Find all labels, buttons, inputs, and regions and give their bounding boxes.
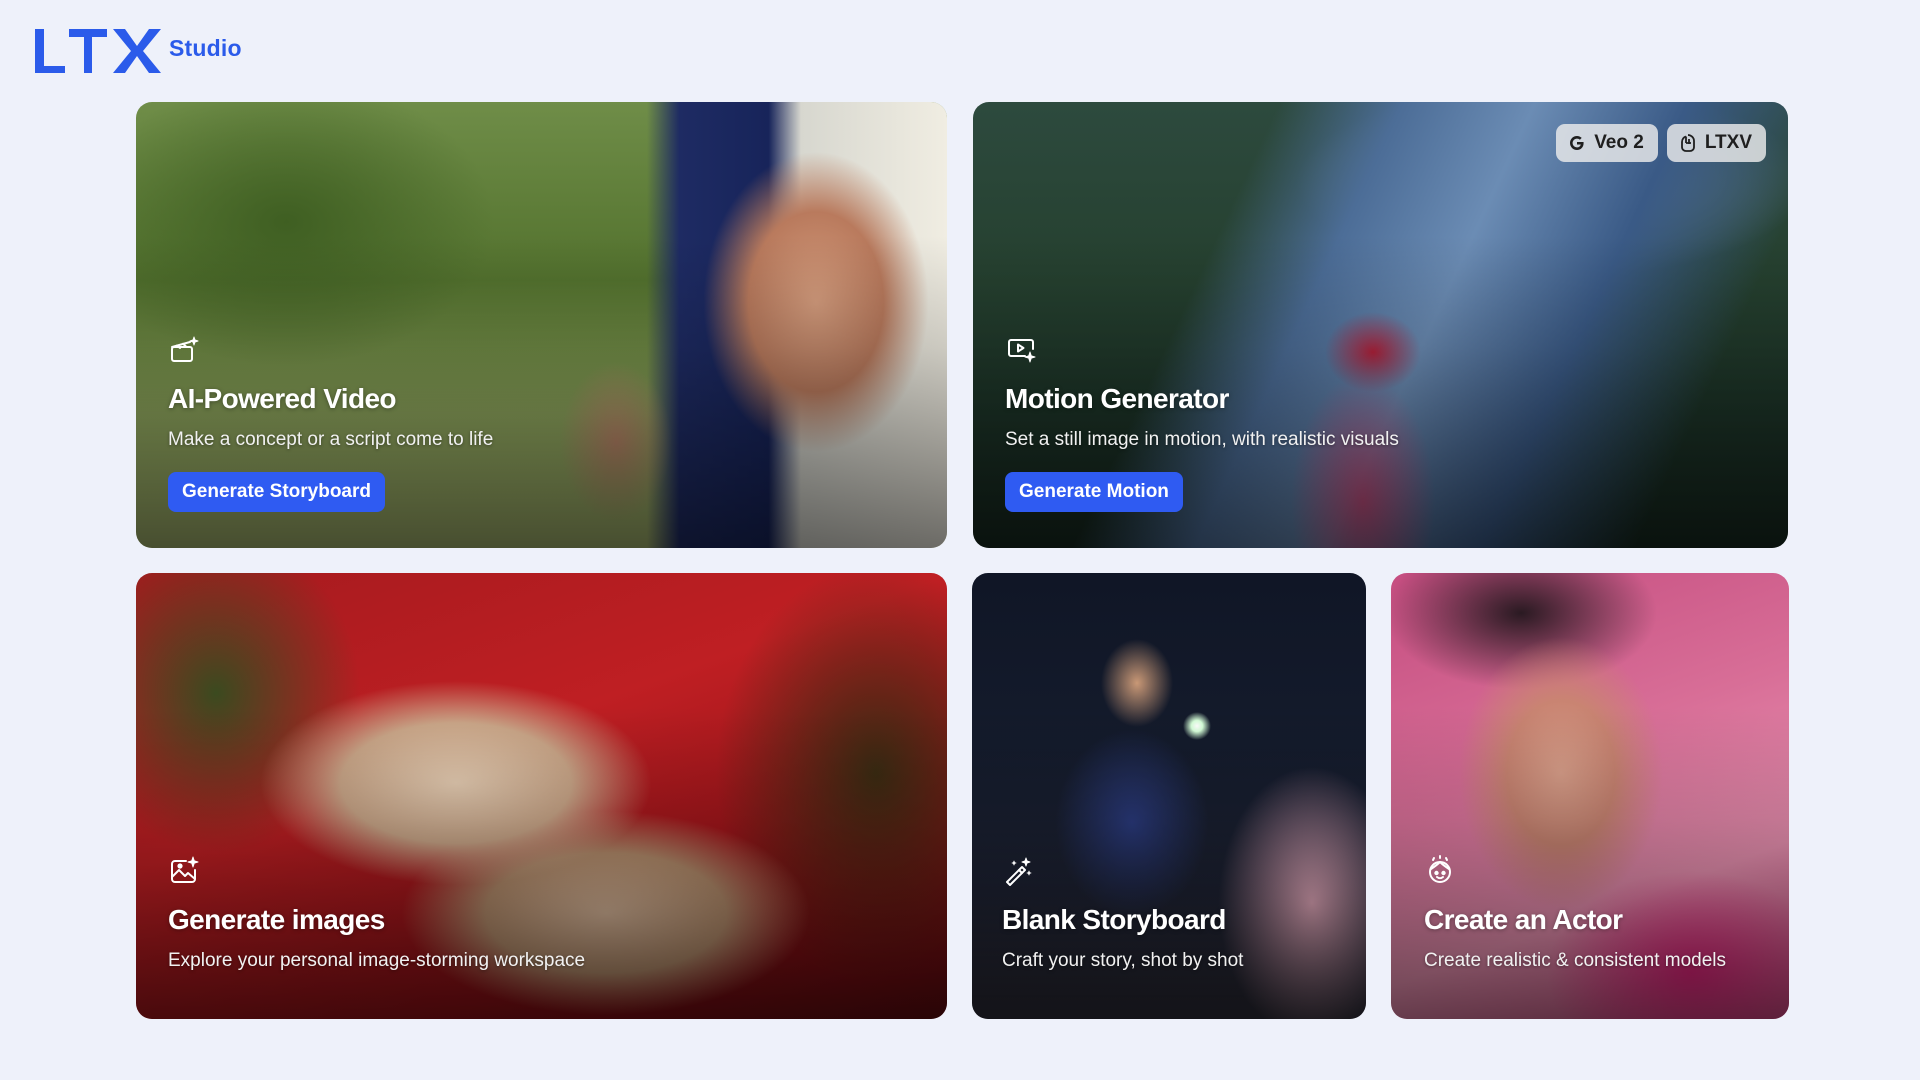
card-description: Set a still image in motion, with realis… <box>1005 429 1399 450</box>
ltxv-icon <box>1680 134 1695 152</box>
veo-2-badge[interactable]: Veo 2 <box>1556 124 1658 162</box>
logo-studio-text: Studio <box>169 35 242 61</box>
card-blank-storyboard[interactable]: Blank Storyboard Craft your story, shot … <box>972 573 1366 1019</box>
card-description: Make a concept or a script come to life <box>168 429 494 450</box>
card-title: AI-Powered Video <box>168 383 397 414</box>
ltx-studio-logo[interactable]: Studio <box>33 27 242 75</box>
magic-wand-icon <box>1006 857 1032 886</box>
ltxv-badge[interactable]: LTXV <box>1666 124 1766 162</box>
card-title: Blank Storyboard <box>1002 904 1226 935</box>
card-title: Motion Generator <box>1005 383 1229 414</box>
google-icon <box>1570 136 1584 150</box>
card-title: Create an Actor <box>1424 904 1623 935</box>
card-description: Create realistic & consistent models <box>1424 950 1727 971</box>
badge-label: Veo 2 <box>1594 132 1644 153</box>
card-create-an-actor[interactable]: Create an Actor Create realistic & consi… <box>1391 573 1789 1019</box>
card-description: Craft your story, shot by shot <box>1002 950 1244 971</box>
clapperboard-sparkle-icon <box>171 336 199 362</box>
card-description: Explore your personal image-storming wor… <box>168 950 586 971</box>
actor-face-icon <box>1429 855 1451 883</box>
ltx-logo-mark <box>35 29 161 73</box>
generate-motion-button[interactable]: Generate Motion <box>1005 472 1183 512</box>
card-generate-images[interactable]: Generate images Explore your personal im… <box>136 573 947 1019</box>
image-sparkle-icon <box>171 856 199 883</box>
video-sparkle-icon <box>1008 339 1036 363</box>
badge-label: LTXV <box>1704 132 1752 153</box>
model-badges: Veo 2 LTXV <box>1556 124 1766 162</box>
card-ai-powered-video[interactable]: AI-Powered Video Make a concept or a scr… <box>136 102 947 548</box>
card-motion-generator[interactable]: Veo 2 LTXV Motion Generator Set a still … <box>973 102 1788 548</box>
card-title: Generate images <box>168 904 385 935</box>
generate-storyboard-button[interactable]: Generate Storyboard <box>168 472 385 512</box>
page: Studio AI-Powered Video Make a concept o… <box>0 0 1920 1080</box>
